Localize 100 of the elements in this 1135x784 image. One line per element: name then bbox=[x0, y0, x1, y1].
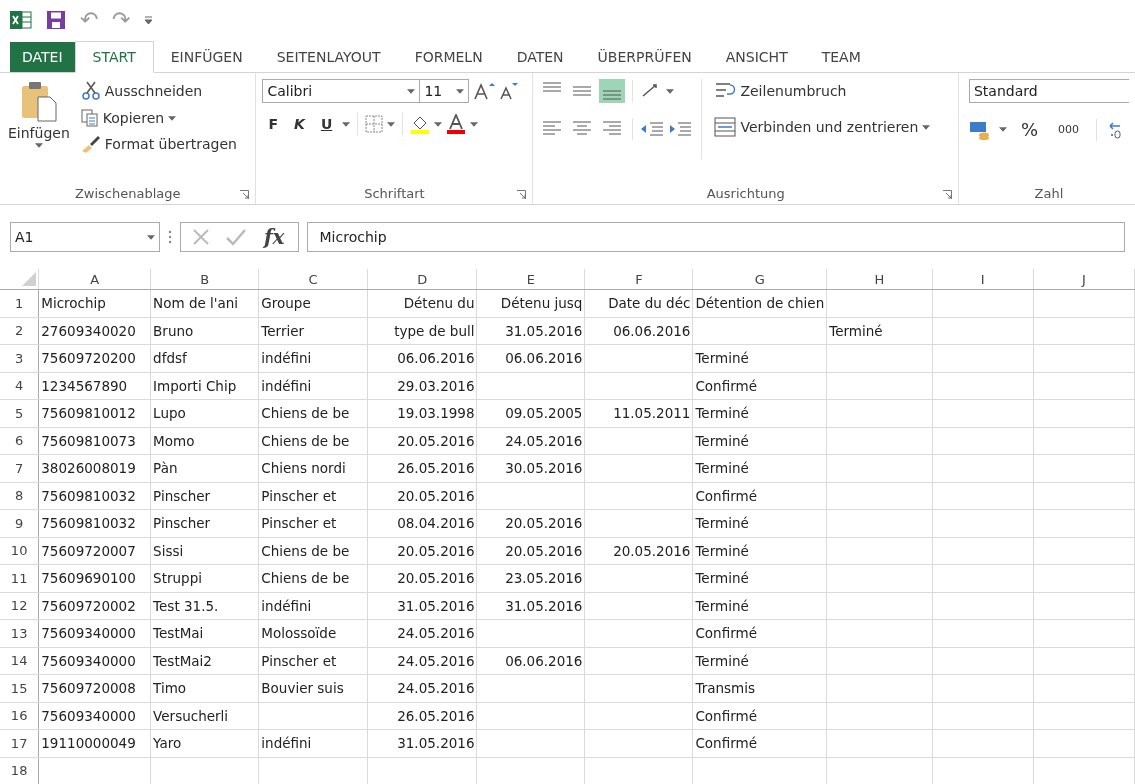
cell-text: Pàn bbox=[153, 460, 178, 477]
caret-icon bbox=[342, 121, 351, 127]
column-header[interactable]: H bbox=[826, 269, 933, 290]
row-header[interactable]: 17 bbox=[0, 729, 39, 757]
cell-text: 20.05.2016 bbox=[397, 432, 475, 449]
group-label: Schriftart bbox=[364, 185, 425, 201]
cell-text: Terminé bbox=[695, 460, 749, 477]
cell-text: 06.06.2016 bbox=[505, 350, 583, 367]
row-header[interactable]: 16 bbox=[0, 702, 39, 730]
column-header[interactable]: E bbox=[477, 269, 585, 290]
ribbon-tab[interactable]: EINFÜGEN bbox=[153, 42, 260, 72]
cell-text: Pinscher et bbox=[261, 652, 337, 669]
italic-button[interactable]: K bbox=[288, 114, 311, 134]
row-header[interactable]: 15 bbox=[0, 674, 39, 702]
dialog-launcher-icon[interactable] bbox=[517, 190, 527, 199]
caret-icon bbox=[168, 115, 177, 121]
cell-text: Pinscher et bbox=[261, 487, 337, 504]
cell-text: 75609720002 bbox=[41, 597, 136, 614]
column-header[interactable]: I bbox=[932, 269, 1034, 290]
cell-text: Transmis bbox=[695, 680, 756, 697]
row-header[interactable]: 1 bbox=[0, 289, 39, 317]
wrap-text-button[interactable]: Zeilenumbruch bbox=[711, 79, 934, 103]
copy-icon bbox=[80, 109, 99, 127]
column-header[interactable]: J bbox=[1033, 269, 1135, 290]
ribbon-tab[interactable]: START bbox=[74, 41, 154, 73]
ribbon-tab[interactable]: DATEN bbox=[499, 42, 581, 72]
cell-text: 24.05.2016 bbox=[397, 625, 475, 642]
cell-text: 75609810032 bbox=[41, 487, 136, 504]
dialog-launcher-icon[interactable] bbox=[943, 190, 952, 199]
row-header[interactable]: 5 bbox=[0, 399, 39, 427]
row-header[interactable]: 14 bbox=[0, 647, 39, 675]
cell-text: Chiens de be bbox=[261, 542, 350, 559]
checkmark-icon[interactable] bbox=[225, 227, 247, 247]
row-header[interactable]: 7 bbox=[0, 454, 39, 482]
column-header[interactable]: C bbox=[258, 269, 368, 290]
cut-button[interactable]: Ausschneiden bbox=[77, 79, 240, 103]
cell-text: 19.03.1998 bbox=[397, 405, 475, 422]
cell-text: 38026008019 bbox=[41, 460, 136, 477]
row-header[interactable]: 12 bbox=[0, 592, 39, 620]
app-logo-icon[interactable] bbox=[10, 10, 32, 30]
row-header[interactable]: 9 bbox=[0, 509, 39, 537]
borders-icon[interactable] bbox=[365, 115, 384, 133]
row-header[interactable]: 11 bbox=[0, 564, 39, 592]
ribbon-tab[interactable]: ANSICHT bbox=[708, 42, 805, 72]
grip-icon bbox=[168, 230, 172, 244]
cell-text: 19110000049 bbox=[41, 735, 136, 752]
percent-button[interactable]: % bbox=[1015, 117, 1045, 142]
align-bottom-icon[interactable] bbox=[599, 79, 626, 103]
group-label: Zwischenablage bbox=[74, 185, 181, 201]
bold-button[interactable]: F bbox=[262, 114, 284, 134]
save-icon[interactable] bbox=[46, 10, 66, 30]
cell-text: 75609340000 bbox=[41, 652, 136, 669]
copy-button[interactable]: Kopieren bbox=[77, 107, 240, 129]
cell-text: 31.05.2016 bbox=[505, 322, 583, 339]
cell-text: Terminé bbox=[695, 652, 749, 669]
shrink-font-icon[interactable] bbox=[499, 82, 520, 100]
column-header[interactable]: A bbox=[38, 269, 151, 290]
cell-text: Timo bbox=[153, 680, 187, 697]
cell-text: 26.05.2016 bbox=[397, 460, 475, 477]
ribbon-tab[interactable]: TEAM bbox=[804, 42, 878, 72]
format-painter-button[interactable]: Format übertragen bbox=[77, 133, 240, 155]
ribbon-tab[interactable]: ÜBERPRÜFEN bbox=[580, 42, 709, 72]
currency-icon[interactable] bbox=[969, 119, 991, 140]
formula-field[interactable]: Microchip bbox=[306, 222, 1125, 252]
column-header[interactable]: B bbox=[150, 269, 259, 290]
row-header[interactable]: 4 bbox=[0, 372, 39, 400]
font-color-icon[interactable] bbox=[446, 114, 467, 134]
paste-button[interactable]: Einfügen bbox=[6, 79, 72, 182]
fill-color-icon[interactable] bbox=[410, 114, 431, 134]
row-header[interactable]: 2 bbox=[0, 317, 39, 345]
number-format-field[interactable]: Standard bbox=[969, 79, 1129, 103]
ribbon-tab[interactable]: DATEI bbox=[10, 42, 75, 72]
underline-button[interactable]: U bbox=[314, 114, 339, 134]
row-header[interactable]: 10 bbox=[0, 537, 39, 565]
customize-toolbar-icon[interactable] bbox=[144, 15, 153, 25]
column-header[interactable]: G bbox=[692, 269, 827, 290]
row-header[interactable]: 3 bbox=[0, 344, 39, 372]
font-size-field[interactable]: 11 bbox=[419, 79, 470, 103]
thousands-separator-button[interactable]: 000 bbox=[1052, 121, 1086, 138]
font-name-field[interactable]: Calibri bbox=[262, 79, 421, 103]
column-header[interactable]: F bbox=[584, 269, 693, 290]
cell-text: 26.05.2016 bbox=[397, 707, 475, 724]
row-header[interactable]: 8 bbox=[0, 482, 39, 510]
cell-text: Sissi bbox=[153, 542, 184, 559]
column-header[interactable]: D bbox=[367, 269, 477, 290]
merge-center-button[interactable]: Verbinden und zentrieren bbox=[711, 115, 934, 139]
increase-decimal-icon[interactable] bbox=[1108, 119, 1123, 140]
row-header[interactable]: 6 bbox=[0, 427, 39, 455]
ribbon-tab[interactable]: FORMELN bbox=[397, 42, 500, 72]
increase-indent-icon[interactable] bbox=[668, 121, 693, 137]
dialog-launcher-icon[interactable] bbox=[240, 190, 250, 199]
name-box[interactable]: A1 bbox=[10, 222, 160, 252]
cell-text: 20.05.2016 bbox=[397, 570, 475, 587]
grow-font-icon[interactable] bbox=[473, 82, 496, 100]
row-header[interactable]: 13 bbox=[0, 619, 39, 647]
cell-text: Nom de l'ani bbox=[153, 295, 239, 312]
ribbon-tab[interactable]: SEITENLAYOUT bbox=[259, 42, 398, 72]
decrease-indent-icon[interactable] bbox=[640, 121, 665, 137]
cell-text: 20.05.2016 bbox=[505, 542, 583, 559]
cell-text: 75609810073 bbox=[41, 432, 136, 449]
